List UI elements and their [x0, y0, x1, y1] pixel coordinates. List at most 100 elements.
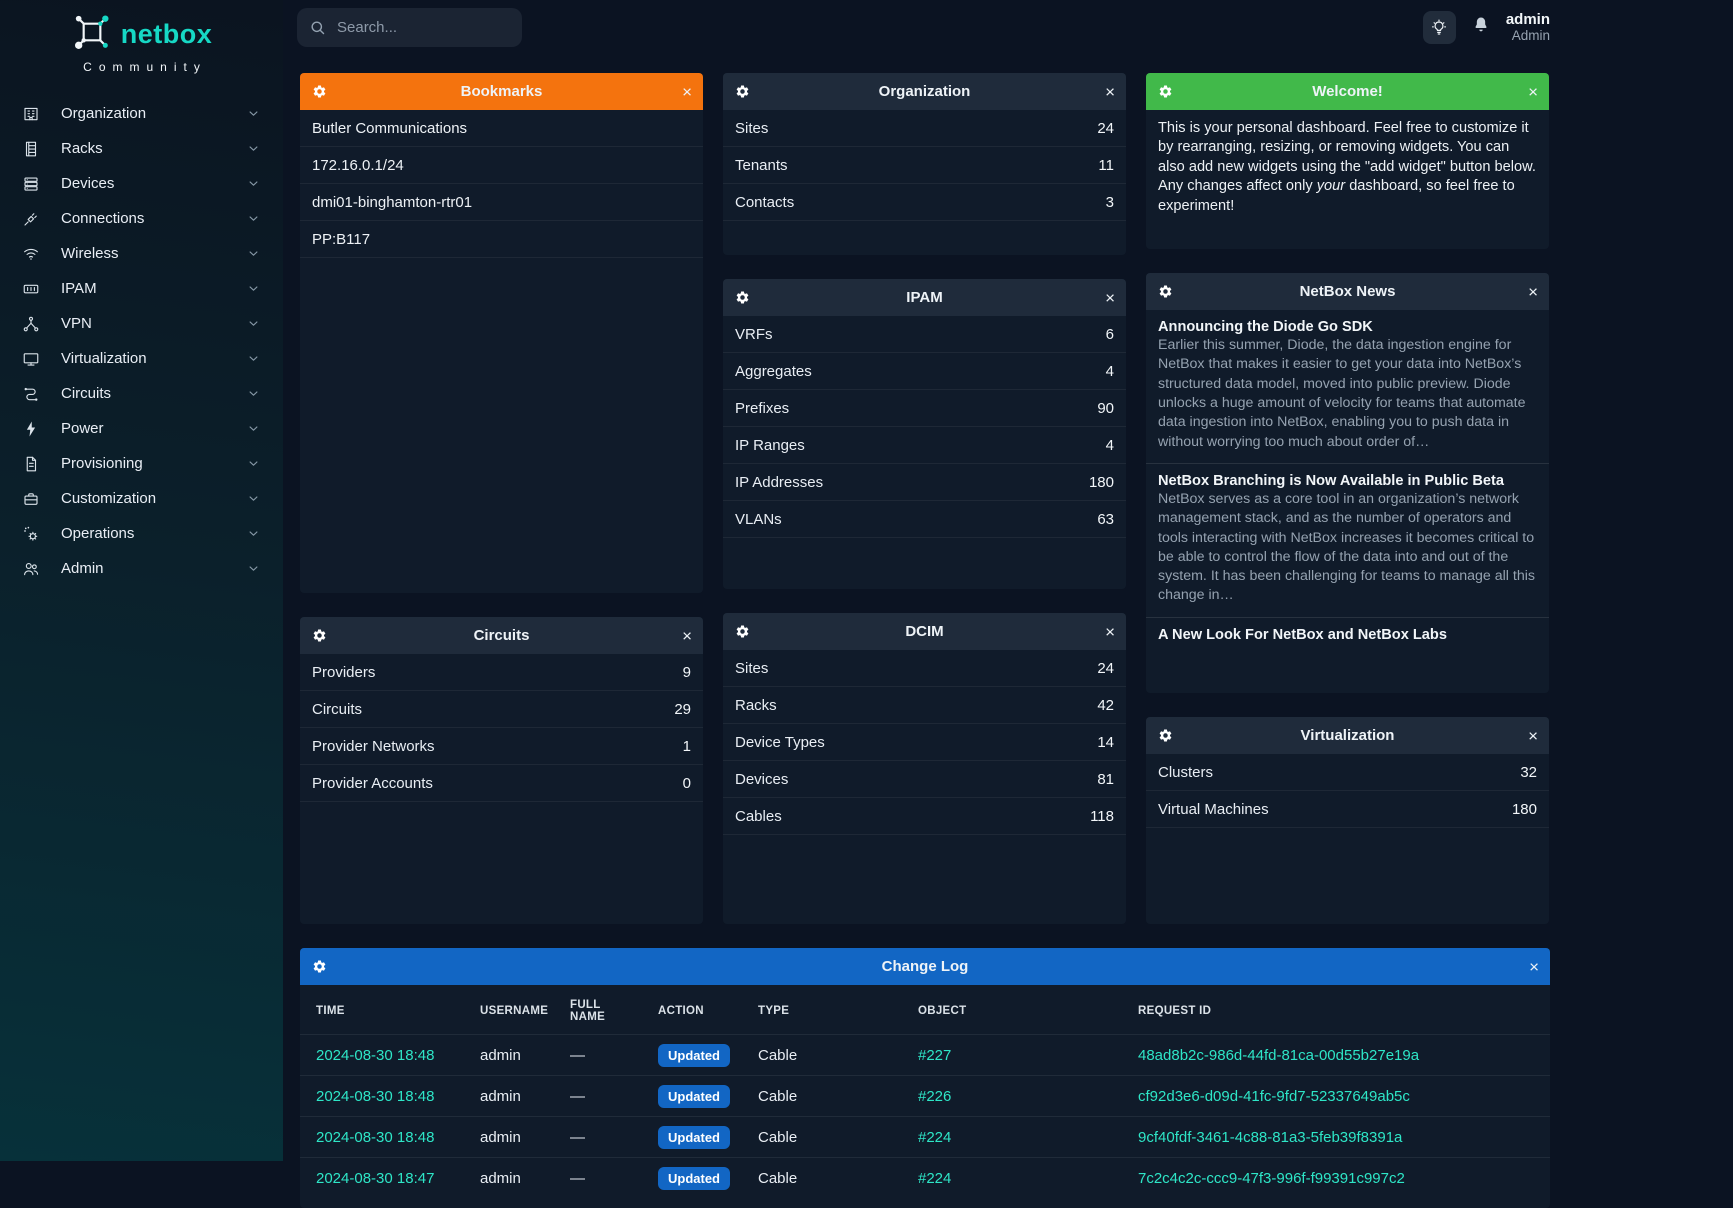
stat-value: 180 [1089, 474, 1114, 491]
chevron-down-icon [246, 141, 261, 156]
sidebar-item-connections[interactable]: Connections [0, 201, 283, 236]
changelog-request-id-link[interactable]: cf92d3e6-d09d-41fc-9fd7-52337649ab5c [1138, 1088, 1410, 1105]
widget-config-button[interactable] [735, 290, 750, 305]
bookmark-link[interactable]: 172.16.0.1/24 [300, 147, 703, 184]
theme-toggle-button[interactable] [1423, 11, 1456, 44]
changelog-type: Cable [748, 1035, 908, 1076]
sidebar-item-power[interactable]: Power [0, 411, 283, 446]
widget-config-button[interactable] [1158, 84, 1173, 99]
changelog-username: admin [470, 1035, 560, 1076]
stat-label[interactable]: Cables [735, 808, 782, 825]
bookmark-link[interactable]: Butler Communications [300, 110, 703, 147]
sidebar-item-racks[interactable]: Racks [0, 131, 283, 166]
widget-config-button[interactable] [1158, 284, 1173, 299]
table-row: 2024-08-30 18:48 admin — Updated Cable #… [300, 1117, 1550, 1158]
sidebar-nav: Organization Racks Devices Connections W… [0, 90, 283, 586]
stat-label[interactable]: Providers [312, 664, 375, 681]
sidebar-item-ipam[interactable]: IPAM [0, 271, 283, 306]
sidebar-item-label: IPAM [61, 280, 97, 297]
close-icon[interactable]: × [1528, 283, 1538, 300]
changelog-object-link[interactable]: #224 [918, 1170, 951, 1187]
close-icon[interactable]: × [1105, 83, 1115, 100]
changelog-time-link[interactable]: 2024-08-30 18:48 [316, 1129, 434, 1146]
stat-label[interactable]: Contacts [735, 194, 794, 211]
stat-label[interactable]: VRFs [735, 326, 773, 343]
notifications-button[interactable] [1471, 15, 1491, 40]
widget-config-button[interactable] [312, 628, 327, 643]
changelog-object-link[interactable]: #226 [918, 1088, 951, 1105]
stat-label[interactable]: Provider Accounts [312, 775, 433, 792]
sidebar-item-label: VPN [61, 315, 92, 332]
user-menu[interactable]: admin Admin [1506, 12, 1550, 44]
changelog-request-id-link[interactable]: 48ad8b2c-986d-44fd-81ca-00d55b27e19a [1138, 1047, 1419, 1064]
action-badge[interactable]: Updated [658, 1126, 730, 1149]
stat-label[interactable]: Devices [735, 771, 788, 788]
stat-label[interactable]: Device Types [735, 734, 825, 751]
close-icon[interactable]: × [1105, 289, 1115, 306]
sidebar-item-label: Racks [61, 140, 103, 157]
action-badge[interactable]: Updated [658, 1044, 730, 1067]
sidebar-item-label: Wireless [61, 245, 119, 262]
changelog-request-id-link[interactable]: 7c2c4c2c-ccc9-47f3-996f-f99391c997c2 [1138, 1170, 1405, 1187]
sidebar-item-provisioning[interactable]: Provisioning [0, 446, 283, 481]
chevron-down-icon [246, 526, 261, 541]
search-input[interactable] [335, 18, 479, 37]
widget-config-button[interactable] [735, 84, 750, 99]
stat-label[interactable]: VLANs [735, 511, 782, 528]
sidebar-item-customization[interactable]: Customization [0, 481, 283, 516]
stat-label[interactable]: Sites [735, 660, 768, 677]
changelog-time-link[interactable]: 2024-08-30 18:48 [316, 1088, 434, 1105]
widget-bookmarks: Bookmarks × Butler Communications 172.16… [300, 73, 703, 593]
stat-label[interactable]: Provider Networks [312, 738, 435, 755]
widget-config-button[interactable] [735, 624, 750, 639]
sidebar-item-vpn[interactable]: VPN [0, 306, 283, 341]
stat-label[interactable]: Virtual Machines [1158, 801, 1269, 818]
stat-label[interactable]: Prefixes [735, 400, 789, 417]
widget-config-button[interactable] [312, 84, 327, 99]
stat-label[interactable]: Circuits [312, 701, 362, 718]
sidebar-item-virtualization[interactable]: Virtualization [0, 341, 283, 376]
close-icon[interactable]: × [1528, 727, 1538, 744]
chevron-down-icon [246, 491, 261, 506]
sidebar-item-organization[interactable]: Organization [0, 96, 283, 131]
sidebar-item-devices[interactable]: Devices [0, 166, 283, 201]
sidebar-item-wireless[interactable]: Wireless [0, 236, 283, 271]
news-item-title[interactable]: A New Look For NetBox and NetBox Labs [1158, 627, 1537, 643]
brand[interactable]: netbox Community [0, 0, 283, 90]
stat-label[interactable]: Sites [735, 120, 768, 137]
stat-label[interactable]: Racks [735, 697, 777, 714]
changelog-time-link[interactable]: 2024-08-30 18:48 [316, 1047, 434, 1064]
changelog-full-name: — [560, 1117, 648, 1158]
widget-config-button[interactable] [312, 959, 327, 974]
username: admin [1506, 12, 1550, 29]
stat-label[interactable]: Clusters [1158, 764, 1213, 781]
bookmark-link[interactable]: PP:B117 [300, 221, 703, 258]
topbar: admin Admin [283, 0, 1733, 55]
close-icon[interactable]: × [1529, 958, 1539, 975]
widget-config-button[interactable] [1158, 728, 1173, 743]
bookmark-link[interactable]: dmi01-binghamton-rtr01 [300, 184, 703, 221]
news-item-title[interactable]: Announcing the Diode Go SDK [1158, 319, 1537, 335]
sidebar-item-admin[interactable]: Admin [0, 551, 283, 586]
action-badge[interactable]: Updated [658, 1085, 730, 1108]
sidebar-item-circuits[interactable]: Circuits [0, 376, 283, 411]
stat-label[interactable]: IP Addresses [735, 474, 823, 491]
close-icon[interactable]: × [682, 627, 692, 644]
sidebar-item-label: Organization [61, 105, 146, 122]
stat-label[interactable]: IP Ranges [735, 437, 805, 454]
changelog-time-link[interactable]: 2024-08-30 18:47 [316, 1170, 434, 1187]
changelog-object-link[interactable]: #227 [918, 1047, 951, 1064]
close-icon[interactable]: × [1528, 83, 1538, 100]
action-badge[interactable]: Updated [658, 1167, 730, 1190]
search-box[interactable] [297, 8, 522, 47]
sidebar-item-label: Connections [61, 210, 144, 227]
news-item-title[interactable]: NetBox Branching is Now Available in Pub… [1158, 473, 1537, 489]
changelog-request-id-link[interactable]: 9cf40fdf-3461-4c88-81a3-5feb39f8391a [1138, 1129, 1402, 1146]
close-icon[interactable]: × [1105, 623, 1115, 640]
stat-label[interactable]: Tenants [735, 157, 788, 174]
stat-label[interactable]: Aggregates [735, 363, 812, 380]
sidebar-item-operations[interactable]: Operations [0, 516, 283, 551]
changelog-object-link[interactable]: #224 [918, 1129, 951, 1146]
stat-value: 6 [1106, 326, 1114, 343]
close-icon[interactable]: × [682, 83, 692, 100]
